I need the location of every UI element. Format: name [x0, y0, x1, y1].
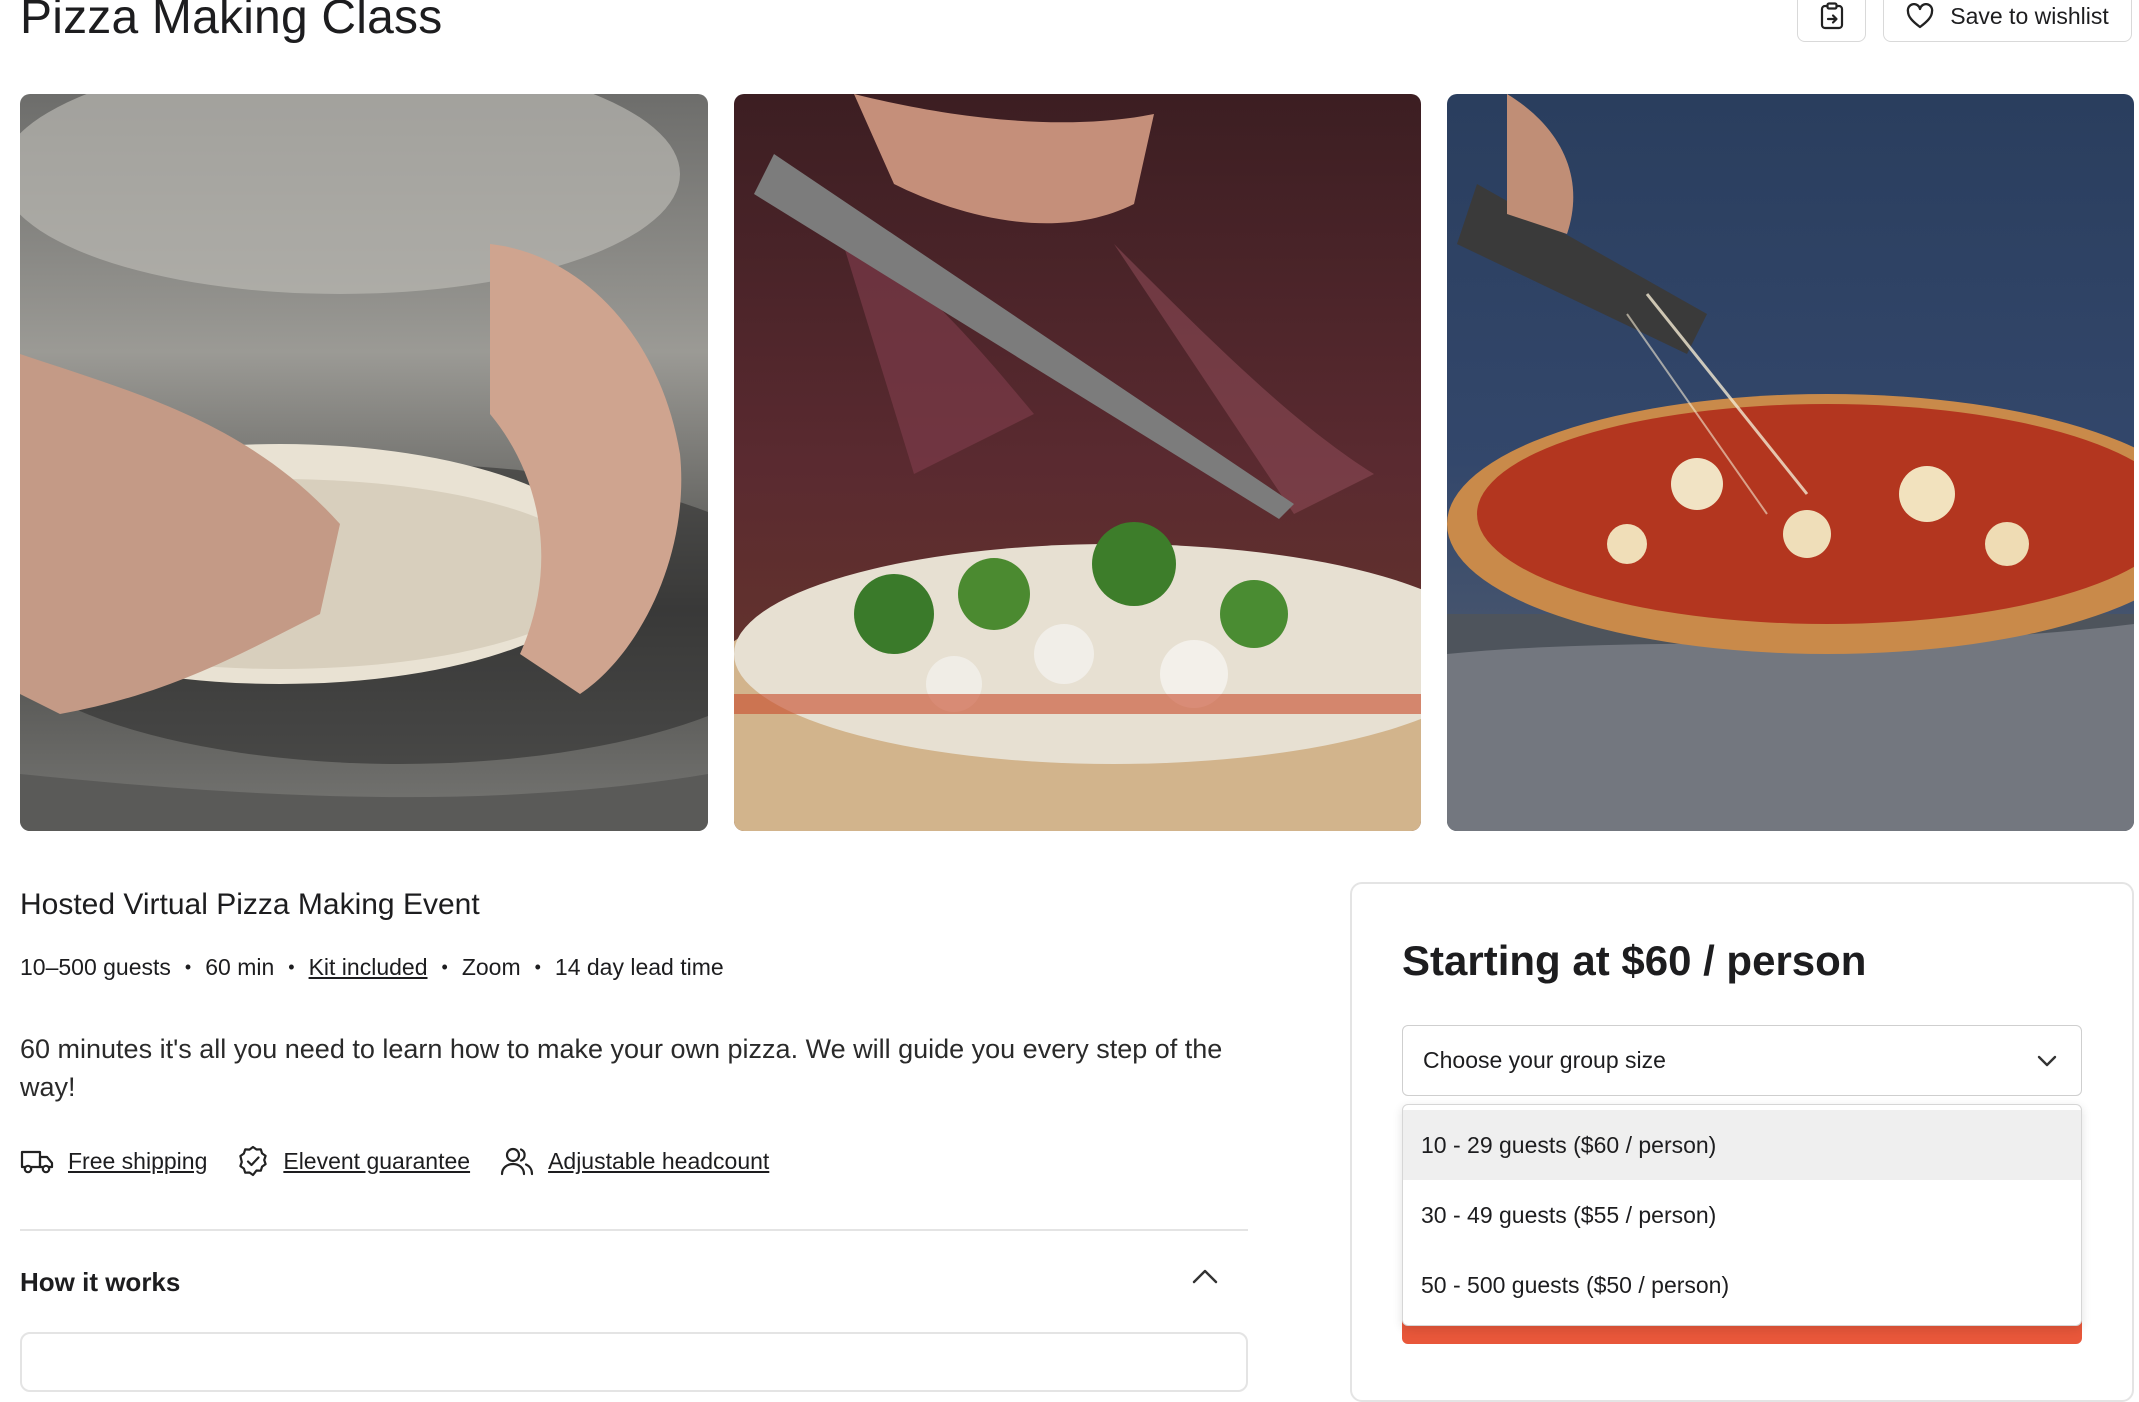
chevron-up-icon — [1192, 1269, 1218, 1284]
free-shipping-link[interactable]: Free shipping — [20, 1147, 207, 1175]
group-size-option[interactable]: 50 - 500 guests ($50 / person) — [1403, 1250, 2081, 1320]
page-title: Pizza Making Class — [20, 0, 443, 44]
heart-icon — [1906, 3, 1934, 29]
how-it-works-toggle[interactable] — [1192, 1268, 1218, 1289]
check-badge-icon — [239, 1145, 268, 1177]
how-it-works-panel — [20, 1332, 1248, 1392]
event-description: 60 minutes it's all you need to learn ho… — [20, 1034, 1223, 1102]
users-icon — [500, 1147, 534, 1176]
share-button[interactable] — [1797, 0, 1866, 42]
meta-guests: 10–500 guests — [20, 954, 171, 980]
gallery-photo-slice[interactable] — [1447, 94, 2134, 831]
how-it-works-heading[interactable]: How it works — [20, 1265, 180, 1299]
group-size-dropdown: 10 - 29 guests ($60 / person) 30 - 49 gu… — [1402, 1104, 2082, 1326]
meta-duration: 60 min — [205, 954, 275, 980]
pizza-slice-photo-image — [1447, 94, 2134, 831]
wishlist-label: Save to wishlist — [1950, 2, 2109, 29]
meta-platform: Zoom — [461, 954, 521, 980]
gallery-photo-herbs[interactable] — [734, 94, 1421, 831]
kit-included-link[interactable]: Kit included — [309, 952, 428, 982]
meta-separator: • — [441, 957, 448, 977]
elevent-guarantee-label: Elevent guarantee — [283, 1147, 471, 1174]
truck-icon — [20, 1150, 54, 1174]
herbs-pizza-photo-image — [734, 94, 1421, 831]
group-size-option[interactable]: 30 - 49 guests ($55 / person) — [1403, 1180, 2081, 1250]
group-size-select[interactable]: Choose your group size — [1402, 1025, 2082, 1096]
chevron-down-icon — [2037, 1055, 2057, 1066]
save-to-wishlist-button[interactable]: Save to wishlist — [1883, 0, 2132, 42]
meta-separator: • — [288, 957, 295, 977]
feature-list: Free shipping Elevent guarantee Adjustab… — [20, 1145, 769, 1177]
meta-separator: • — [534, 957, 541, 977]
adjustable-headcount-label: Adjustable headcount — [548, 1147, 770, 1174]
meta-separator: • — [184, 957, 192, 977]
free-shipping-label: Free shipping — [68, 1147, 208, 1174]
price-heading: Starting at $60 / person — [1402, 937, 1867, 984]
clipboard-share-icon — [1820, 2, 1843, 30]
event-meta: 10–500 guests • 60 min • Kit included • … — [20, 952, 724, 982]
group-size-option[interactable]: 10 - 29 guests ($60 / person) — [1403, 1110, 2081, 1180]
group-size-placeholder: Choose your group size — [1423, 1047, 1666, 1073]
event-subtitle: Hosted Virtual Pizza Making Event — [20, 888, 480, 921]
meta-lead-time: 14 day lead time — [554, 954, 724, 980]
gallery-photo-dough[interactable] — [20, 94, 708, 831]
elevent-guarantee-link[interactable]: Elevent guarantee — [237, 1145, 470, 1177]
dough-photo-image — [20, 94, 708, 831]
section-divider — [20, 1229, 1248, 1231]
adjustable-headcount-link[interactable]: Adjustable headcount — [500, 1146, 769, 1176]
